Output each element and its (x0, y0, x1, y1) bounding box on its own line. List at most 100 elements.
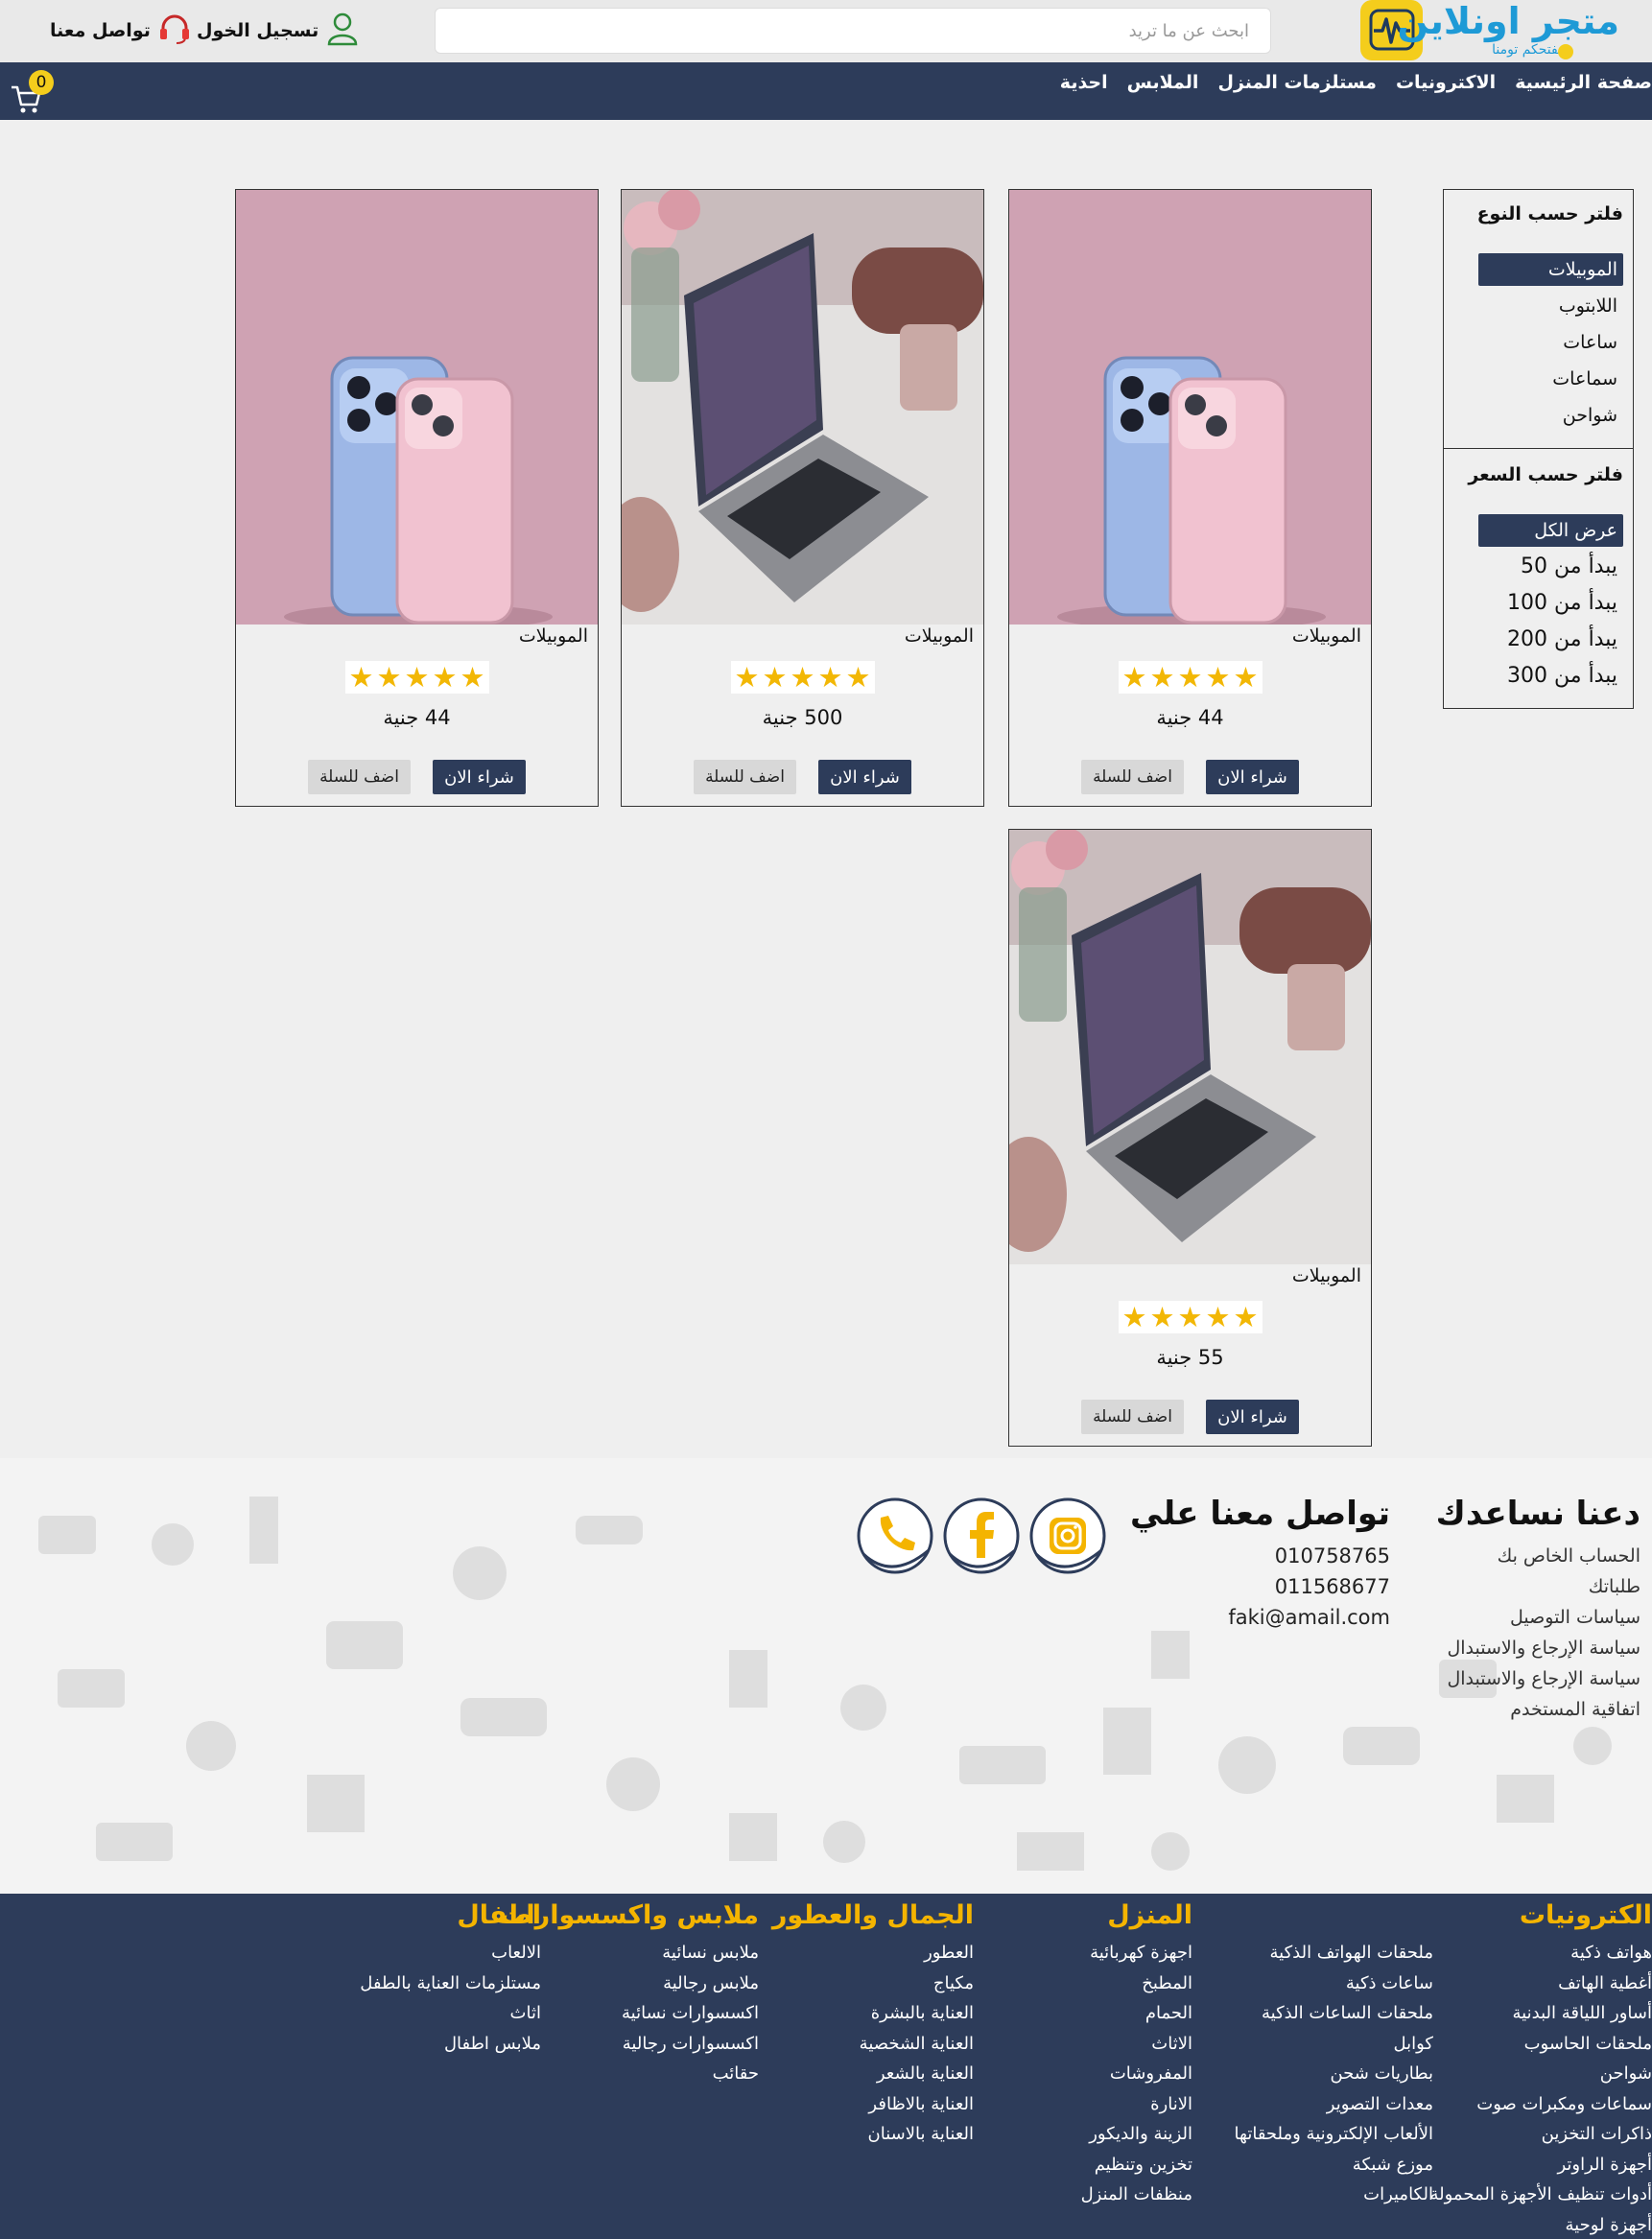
instagram-icon[interactable] (1027, 1495, 1109, 1579)
filter-type-option[interactable]: اللابتوب (1478, 290, 1623, 322)
product-card[interactable]: الموبيلات ★ ★ ★ ★ ★ 55 جنية شراء الان اضف لل… (1008, 829, 1372, 1447)
category-link[interactable]: العناية بالشعر (772, 2059, 974, 2089)
add-to-cart-button[interactable]: اضف للسلة (694, 760, 796, 794)
category-link[interactable]: العناية بالبشرة (772, 1998, 974, 2029)
category-link[interactable]: مكياج (772, 1968, 974, 1999)
add-to-cart-button[interactable]: اضف للسلة (308, 760, 411, 794)
buy-now-button[interactable]: شراء الان (818, 760, 911, 794)
category-link[interactable]: العناية بالاسنان (772, 2119, 974, 2150)
help-link[interactable]: سياسات التوصيل (1353, 1602, 1640, 1633)
help-link[interactable]: الحساب الخاص بك (1353, 1541, 1640, 1571)
category-link[interactable]: الانارة (1081, 2089, 1192, 2120)
contact-title: تواصل معنا علي (1129, 1495, 1390, 1533)
facebook-icon[interactable] (940, 1495, 1023, 1579)
filter-price-title: فلتر حسب السعر (1468, 464, 1623, 485)
help-link[interactable]: اتفاقية المستخدم (1353, 1694, 1640, 1725)
filter-by-price: فلتر حسب السعر عرض الكل يبدأ من 50 يبدأ … (1444, 451, 1633, 710)
category-link[interactable]: الحمام (1081, 1998, 1192, 2029)
category-link[interactable]: الالعاب (360, 1938, 541, 1968)
category-link[interactable]: كوابل (1235, 2029, 1433, 2060)
category-link[interactable]: ذاكرات التخزين (1430, 2119, 1652, 2150)
add-to-cart-button[interactable]: اضف للسلة (1081, 1400, 1184, 1434)
add-to-cart-button[interactable]: اضف للسلة (1081, 760, 1184, 794)
category-link[interactable]: سماعات ومكبرات صوت (1430, 2089, 1652, 2120)
category-link[interactable]: ملحقات الهواتف الذكية (1235, 1938, 1433, 1968)
category-link[interactable]: بطاريات شحن (1235, 2059, 1433, 2089)
category-link[interactable]: هواتف ذكية (1430, 1938, 1652, 1968)
login-link[interactable]: تسجيل الخول (197, 12, 359, 50)
product-price: 500 جنية (762, 706, 843, 729)
category-link[interactable]: منظفات المنزل (1081, 2180, 1192, 2210)
buy-now-button[interactable]: شراء الان (433, 760, 526, 794)
headset-icon (158, 12, 191, 50)
category-link[interactable]: العطور (772, 1938, 974, 1968)
category-column: ملحقات الهواتف الذكية ساعات ذكية ملحقات … (1235, 1894, 1433, 2210)
filter-price-option[interactable]: يبدأ من 100 (1478, 587, 1623, 620)
nav-item-shoes[interactable]: احذية (1050, 72, 1118, 93)
category-link[interactable]: معدات التصوير (1235, 2089, 1433, 2120)
help-link[interactable]: سياسة الإرجاع والاستبدال (1353, 1633, 1640, 1663)
product-image-phones[interactable] (1009, 190, 1371, 625)
product-price: 44 جنية (383, 706, 451, 729)
filter-type-option[interactable]: ساعات (1478, 326, 1623, 359)
filter-price-option[interactable]: يبدأ من 300 (1478, 660, 1623, 693)
category-link[interactable]: الألعاب الإلكترونية وملحقاتها (1235, 2119, 1433, 2150)
category-link[interactable]: اثاث (360, 1998, 541, 2029)
nav-item-electronics[interactable]: الاكترونيات (1386, 72, 1505, 93)
site-logo[interactable]: متجر اونلاين نفتحكم تومنا (1360, 0, 1619, 62)
category-link[interactable]: موزع شبكة (1235, 2150, 1433, 2180)
filter-type-option[interactable]: سماعات (1478, 363, 1623, 395)
product-image-laptop[interactable] (622, 190, 983, 625)
category-link[interactable]: شواحن (1430, 2059, 1652, 2089)
filter-price-option[interactable]: يبدأ من 200 (1478, 624, 1623, 656)
phone-icon[interactable] (854, 1495, 936, 1579)
category-link[interactable]: مستلزمات العناية بالطفل (360, 1968, 541, 1999)
product-card[interactable]: الموبيلات ★ ★ ★ ★ ★ 500 جنية شراء الان اضف ل… (621, 189, 984, 807)
help-link[interactable]: سياسة الإرجاع والاستبدال (1353, 1663, 1640, 1694)
filter-price-option[interactable]: عرض الكل (1478, 514, 1623, 547)
product-image-laptop[interactable] (1009, 830, 1371, 1264)
category-link[interactable]: ملحقات الساعات الذكية (1235, 1998, 1433, 2029)
buy-now-button[interactable]: شراء الان (1206, 1400, 1299, 1434)
category-link[interactable]: ملابس اطفال (360, 2029, 541, 2060)
category-link[interactable]: الاثاث (1081, 2029, 1192, 2060)
category-link[interactable]: أساور اللياقة البدنية (1430, 1998, 1652, 2029)
contact-link[interactable]: تواصل معنا (50, 12, 191, 50)
category-link[interactable]: المطبخ (1081, 1968, 1192, 1999)
category-link[interactable]: أجهزة الراوتر (1430, 2150, 1652, 2180)
category-link[interactable]: حقائب (500, 2059, 759, 2089)
filter-type-option[interactable]: الموبيلات (1478, 253, 1623, 286)
category-column: الكترونيات هواتف ذكية أغطية الهاتف أساور… (1430, 1894, 1652, 2239)
filter-price-option[interactable]: يبدأ من 50 (1478, 551, 1623, 583)
category-link[interactable]: الكاميرات (1235, 2180, 1433, 2210)
category-link[interactable]: العناية بالاظافر (772, 2089, 974, 2120)
filter-type-option[interactable]: شواحن (1478, 399, 1623, 432)
category-link[interactable]: أجهزة لوحية (1430, 2210, 1652, 2239)
category-link[interactable]: العناية الشخصية (772, 2029, 974, 2060)
product-card[interactable]: الموبيلات ★ ★ ★ ★ ★ 44 جنية شراء الان اضف لل… (1008, 189, 1372, 807)
product-image-phones[interactable] (236, 190, 598, 625)
category-link[interactable]: أدوات تنظيف الأجهزة المحمولة (1430, 2180, 1652, 2210)
footer-help-section: دعنا نساعدك الحساب الخاص بك طلباتك سياسا… (0, 1458, 1652, 1894)
footer-categories: الكترونيات هواتف ذكية أغطية الهاتف أساور… (0, 1894, 1652, 2239)
category-column: الجمال والعطور العطور مكياج العناية بالب… (772, 1894, 974, 2150)
help-link[interactable]: طلباتك (1353, 1571, 1640, 1602)
contact-phone: 011568677 (1274, 1575, 1390, 1598)
category-link[interactable]: الزينة والديكور (1081, 2119, 1192, 2150)
nav-item-home-supplies[interactable]: مستلزمات المنزل (1208, 72, 1385, 93)
category-link[interactable]: أغطية الهاتف (1430, 1968, 1652, 1999)
category-link[interactable]: المفروشات (1081, 2059, 1192, 2089)
category-link[interactable]: اجهزة كهربائية (1081, 1938, 1192, 1968)
category-link[interactable]: ساعات ذكية (1235, 1968, 1433, 1999)
buy-now-button[interactable]: شراء الان (1206, 760, 1299, 794)
search-input[interactable] (435, 8, 1271, 54)
category-link[interactable]: تخزين وتنظيم (1081, 2150, 1192, 2180)
help-column: دعنا نساعدك الحساب الخاص بك طلباتك سياسا… (1353, 1495, 1640, 1725)
category-link[interactable]: ملحقات الحاسوب (1430, 2029, 1652, 2060)
product-card[interactable]: الموبيلات ★ ★ ★ ★ ★ 44 جنية شراء الان اضف لل… (235, 189, 599, 807)
nav-item-clothes[interactable]: الملابس (1118, 72, 1209, 93)
nav-item-home[interactable]: صفحة الرئيسية (1505, 72, 1652, 93)
contact-email[interactable]: faki@amail.com (1150, 1602, 1390, 1633)
cart-button[interactable]: 0 (10, 70, 59, 113)
rating-stars: ★ ★ ★ ★ ★ (344, 661, 489, 694)
